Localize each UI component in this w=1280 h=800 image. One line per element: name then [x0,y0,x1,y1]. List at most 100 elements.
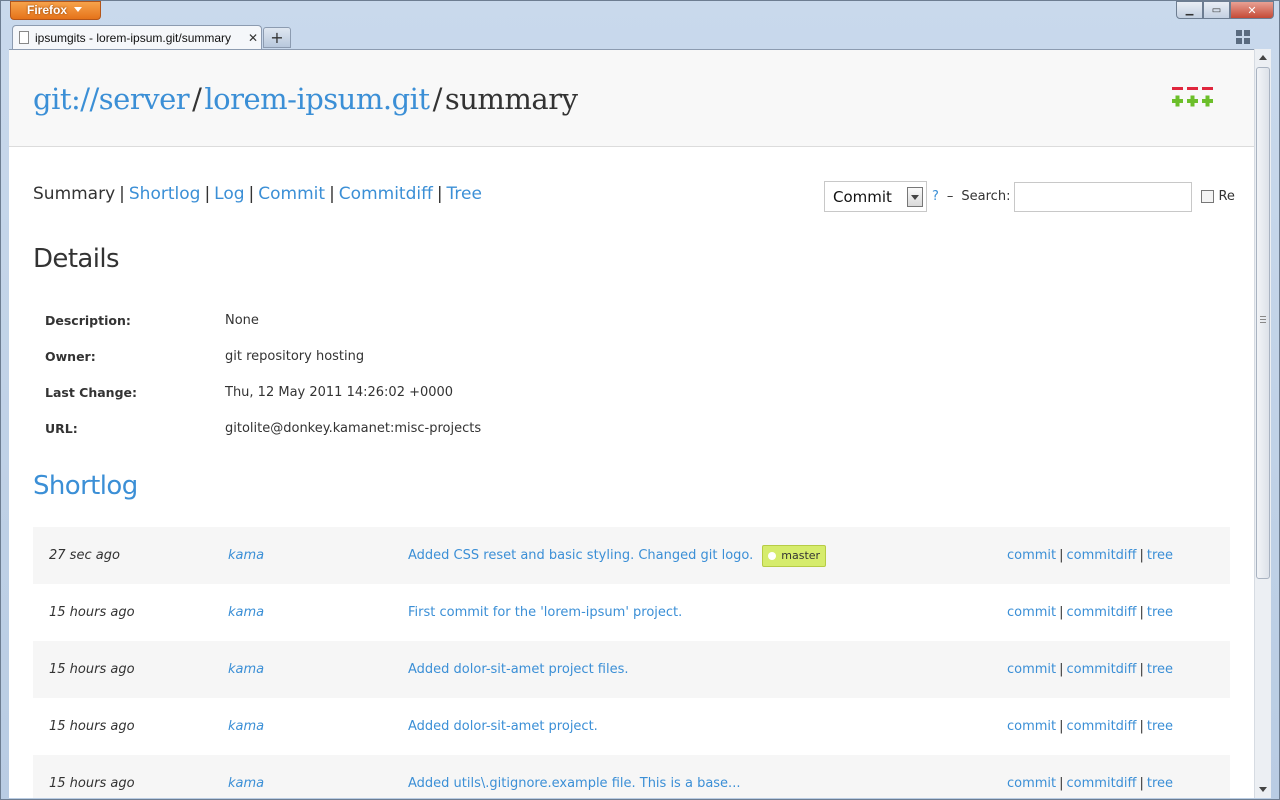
search-dash: – [946,189,954,204]
commit-links: commit | commitdiff | tree [1007,605,1173,620]
link-separator: | [1059,662,1064,677]
commitdiff-link[interactable]: commitdiff [1067,776,1137,791]
commit-message-link[interactable]: Added CSS reset and basic styling. Chang… [408,548,753,563]
git-logo[interactable] [1172,86,1214,110]
branch-tag[interactable]: master [762,544,827,567]
page-nav: Summary | Shortlog | Log | Commit | Commitdiff | T… [33,184,482,204]
table-row: 15 hours ago kama Added dolor-sit-amet p… [33,641,1230,698]
details-label: Owner: [45,348,96,364]
commit-author-link[interactable]: kama [228,548,264,563]
scroll-down-icon[interactable] [1255,781,1271,798]
tree-link[interactable]: tree [1147,605,1173,620]
commit-message-link[interactable]: First commit for the 'lorem-ipsum' proje… [408,605,682,620]
window-controls: ▁ ▭ ✕ [1176,1,1274,19]
table-row: 15 hours ago kama First commit for the '… [33,584,1230,641]
details-label: URL: [45,420,78,436]
details-value: Thu, 12 May 2011 14:26:02 +0000 [225,384,454,400]
nav-commitdiff[interactable]: Commitdiff [339,184,433,204]
commit-link[interactable]: commit [1007,662,1056,677]
firefox-menu-button[interactable]: Firefox [10,1,101,20]
page-icon [19,31,29,44]
details-heading: Details [33,244,120,274]
tree-link[interactable]: tree [1147,776,1173,791]
nav-shortlog[interactable]: Shortlog [129,184,201,204]
nav-summary: Summary [33,184,116,204]
close-window-button[interactable]: ✕ [1230,1,1274,19]
search-help-link[interactable]: ? [932,189,939,204]
page-viewport: git://server / lorem-ipsum.git / summary Sum… [9,49,1254,798]
scroll-up-icon[interactable] [1255,49,1271,66]
commit-link[interactable]: commit [1007,548,1056,563]
nav-log[interactable]: Log [214,184,244,204]
breadcrumb-repo-link[interactable]: lorem-ipsum.git [204,82,430,116]
commitdiff-link[interactable]: commitdiff [1067,605,1137,620]
link-separator: | [1139,548,1144,563]
commit-message-link[interactable]: Added dolor-sit-amet project files. [408,662,629,677]
commit-age: 15 hours ago [49,776,135,791]
maximize-button[interactable]: ▭ [1203,1,1230,19]
details-table: Description: None Owner: git repository … [45,302,481,446]
link-separator: | [1139,662,1144,677]
commit-message-cell: Added dolor-sit-amet project files. [408,662,629,677]
tab-close-icon[interactable]: ✕ [245,31,261,45]
commit-age: 27 sec ago [49,548,120,563]
breadcrumb-server-link[interactable]: git://server [33,82,190,116]
commit-links: commit | commitdiff | tree [1007,776,1173,791]
link-separator: | [1059,776,1064,791]
firefox-menu-label: Firefox [27,3,68,17]
commit-author-link[interactable]: kama [228,776,264,791]
link-separator: | [1059,605,1064,620]
commit-link[interactable]: commit [1007,605,1056,620]
branch-tag-label: master [781,549,821,562]
dropdown-arrow-icon[interactable] [907,187,923,207]
commit-message-link[interactable]: Added utils\.gitignore.example file. Thi… [408,776,740,791]
search-type-select[interactable]: Commit [824,181,927,212]
link-separator: | [1139,776,1144,791]
commitdiff-link[interactable]: commitdiff [1067,548,1137,563]
details-value: git repository hosting [225,348,365,364]
search-label: Search: [961,189,1011,204]
commit-author-link[interactable]: kama [228,719,264,734]
commit-links: commit | commitdiff | tree [1007,719,1173,734]
regex-label: Re [1218,189,1235,204]
breadcrumb-current: summary [444,82,578,116]
table-row: 27 sec ago kama Added CSS reset and basi… [33,527,1230,584]
commit-link[interactable]: commit [1007,776,1056,791]
tabgroups-icon[interactable] [1236,30,1250,44]
page-header: git://server / lorem-ipsum.git / summary [9,50,1254,147]
commit-message-cell: Added utils\.gitignore.example file. Thi… [408,776,740,791]
link-separator: | [1059,719,1064,734]
commit-author-link[interactable]: kama [228,605,264,620]
nav-separator: | [119,184,125,204]
nav-tree[interactable]: Tree [447,184,482,204]
commit-link[interactable]: commit [1007,719,1056,734]
browser-tab[interactable]: ipsumgits - lorem-ipsum.git/summary ✕ [12,25,262,49]
details-row: URL: gitolite@donkey.kamanet:misc-projec… [45,410,481,446]
new-tab-button[interactable]: + [263,27,291,48]
shortlog-table: 27 sec ago kama Added CSS reset and basi… [33,527,1230,798]
commit-author-link[interactable]: kama [228,662,264,677]
table-row: 15 hours ago kama Added utils\.gitignore… [33,755,1230,798]
tree-link[interactable]: tree [1147,548,1173,563]
search-type-value: Commit [833,187,892,206]
tree-link[interactable]: tree [1147,662,1173,677]
nav-separator: | [248,184,255,204]
commitdiff-link[interactable]: commitdiff [1067,719,1137,734]
breadcrumb: git://server / lorem-ipsum.git / summary [33,82,578,116]
scroll-thumb[interactable] [1256,67,1270,579]
nav-commit[interactable]: Commit [258,184,325,204]
commit-message-link[interactable]: Added dolor-sit-amet project. [408,719,598,734]
details-value: gitolite@donkey.kamanet:misc-projects [225,420,482,436]
details-label: Description: [45,312,131,328]
regex-checkbox[interactable] [1201,190,1215,203]
details-row: Owner: git repository hosting [45,338,481,374]
shortlog-heading: Shortlog [33,471,138,501]
nav-separator: | [329,184,335,204]
commitdiff-link[interactable]: commitdiff [1067,662,1137,677]
minimize-button[interactable]: ▁ [1176,1,1203,19]
tree-link[interactable]: tree [1147,719,1173,734]
search-input[interactable] [1014,181,1193,212]
vertical-scrollbar[interactable] [1254,49,1271,798]
commit-links: commit | commitdiff | tree [1007,548,1173,563]
breadcrumb-separator: / [432,82,443,116]
